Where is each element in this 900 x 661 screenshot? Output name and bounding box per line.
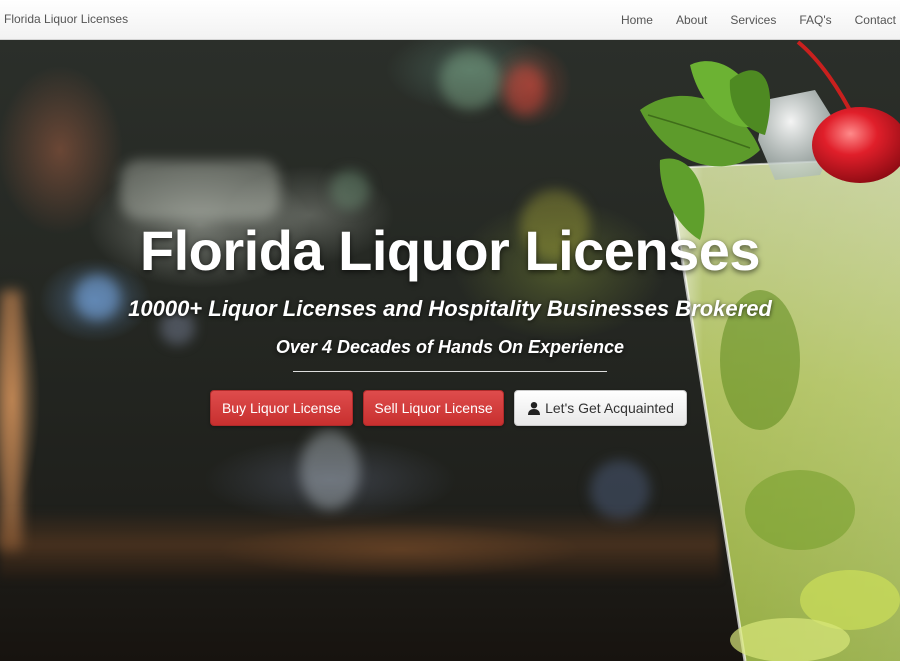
buy-liquor-license-button[interactable]: Buy Liquor License <box>210 390 353 426</box>
nav-link-services[interactable]: Services <box>730 13 776 27</box>
nav-link-contact[interactable]: Contact <box>855 13 896 27</box>
nav-link-about[interactable]: About <box>676 13 707 27</box>
page: Florida Liquor Licenses Home About Servi… <box>0 0 900 661</box>
acquainted-button-label: Let's Get Acquainted <box>545 400 674 416</box>
brand-link[interactable]: Florida Liquor Licenses <box>4 12 128 26</box>
hero-divider <box>293 371 607 372</box>
nav-link-home[interactable]: Home <box>621 13 653 27</box>
buy-button-label: Buy Liquor License <box>221 400 342 416</box>
navbar: Florida Liquor Licenses Home About Servi… <box>0 0 900 40</box>
sell-liquor-license-button[interactable]: Sell Liquor License <box>363 390 504 426</box>
nav-link-faqs[interactable]: FAQ's <box>799 13 831 27</box>
user-icon <box>528 402 541 415</box>
nav-menu: Home About Services FAQ's Contact <box>621 0 896 40</box>
hero-title: Florida Liquor Licenses <box>139 219 761 282</box>
hero-content: Florida Liquor Licenses 10000+ Liquor Li… <box>0 40 900 661</box>
sell-button-label: Sell Liquor License <box>374 400 493 416</box>
lets-get-acquainted-button[interactable]: Let's Get Acquainted <box>514 390 687 426</box>
hero-button-row: Buy Liquor License Sell Liquor License L… <box>210 390 687 426</box>
hero-tagline: Over 4 Decades of Hands On Experience <box>275 337 625 357</box>
hero-subtitle: 10000+ Liquor Licenses and Hospitality B… <box>128 296 772 321</box>
